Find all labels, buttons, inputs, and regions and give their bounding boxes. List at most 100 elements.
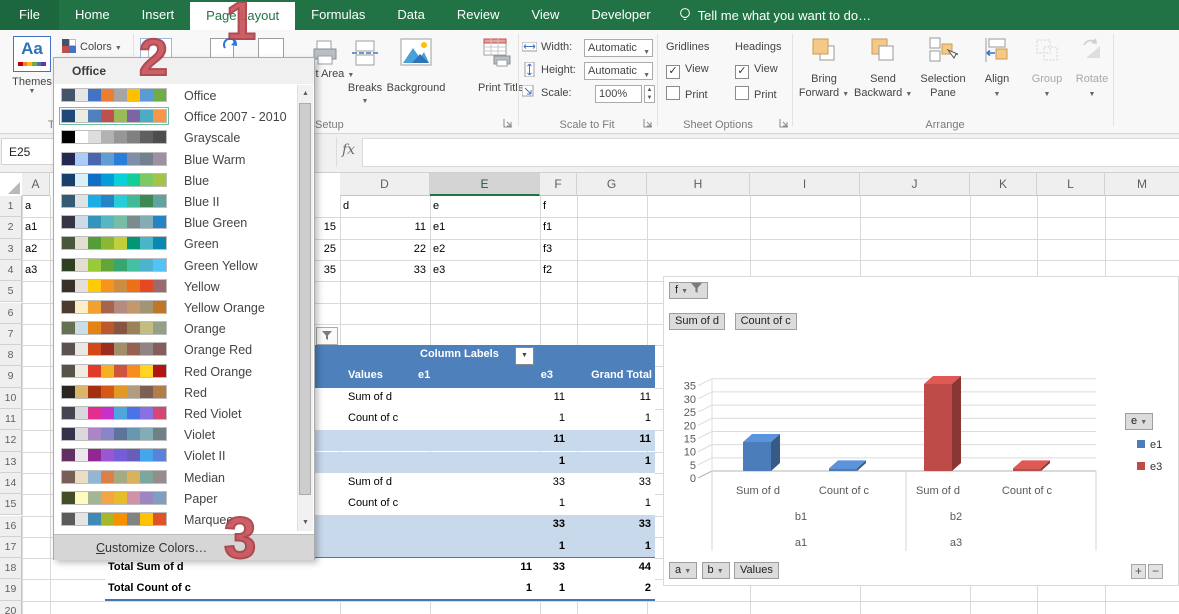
- color-scheme-green-yellow[interactable]: Green Yellow: [54, 256, 298, 277]
- pivot-row-label[interactable]: Count of c: [348, 497, 398, 509]
- cell-D3[interactable]: 22: [340, 243, 426, 255]
- tab-formulas[interactable]: Formulas: [295, 0, 381, 30]
- background-button[interactable]: Background: [385, 82, 447, 94]
- pivot-value-e3[interactable]: 33: [535, 561, 565, 573]
- pivot-value-e1[interactable]: 11: [345, 433, 565, 445]
- color-scheme-office-2007-2010[interactable]: Office 2007 - 2010: [54, 107, 298, 128]
- selection-pane-button[interactable]: SelectionPane: [914, 36, 972, 100]
- column-header-M[interactable]: M: [1105, 172, 1179, 196]
- pivot-value-e3[interactable]: 33: [535, 518, 565, 530]
- pivot-value-grand-total[interactable]: 1: [568, 412, 651, 424]
- color-scheme-blue-ii[interactable]: Blue II: [54, 192, 298, 213]
- formula-input[interactable]: [362, 138, 1179, 167]
- color-scheme-violet[interactable]: Violet: [54, 425, 298, 446]
- height-combobox[interactable]: Automatic▼: [584, 62, 653, 80]
- pivot-value-e3[interactable]: 1: [535, 540, 565, 552]
- color-scheme-red[interactable]: Red: [54, 383, 298, 404]
- pivot-row-label[interactable]: Total Count of c: [108, 582, 191, 594]
- breaks-icon[interactable]: [352, 40, 378, 69]
- scale-spinner[interactable]: ▲▼: [644, 85, 655, 103]
- name-box[interactable]: E25: [1, 138, 56, 165]
- pivot-value-e3[interactable]: 33: [535, 476, 565, 488]
- column-header-A[interactable]: A: [22, 172, 50, 196]
- pivot-value-e1[interactable]: 11: [345, 391, 565, 403]
- tell-me-box[interactable]: Tell me what you want to do…: [667, 0, 883, 30]
- pivot-value-grand-total[interactable]: 33: [568, 476, 651, 488]
- legend-item-e1[interactable]: e1: [1137, 439, 1162, 451]
- pivot-value-e1[interactable]: 11: [345, 561, 532, 573]
- cell-D1[interactable]: d: [340, 200, 426, 212]
- tab-developer[interactable]: Developer: [575, 0, 666, 30]
- chart-axis-field-button-values[interactable]: Values: [734, 562, 779, 579]
- cell-A4[interactable]: a3: [22, 264, 46, 276]
- row-header-19[interactable]: 19: [0, 579, 22, 600]
- row-header-15[interactable]: 15: [0, 494, 22, 515]
- column-header-H[interactable]: H: [647, 172, 750, 196]
- row-header-12[interactable]: 12: [0, 430, 22, 451]
- row-header-3[interactable]: 3: [0, 239, 22, 260]
- themes-button[interactable]: Aa Themes ▼: [6, 36, 58, 95]
- print-area-icon[interactable]: [312, 40, 338, 69]
- pivot-value-grand-total[interactable]: 1: [568, 540, 651, 552]
- row-header-14[interactable]: 14: [0, 473, 22, 494]
- pivot-value-grand-total[interactable]: 1: [568, 497, 651, 509]
- row-header-17[interactable]: 17: [0, 537, 22, 558]
- color-scheme-red-violet[interactable]: Red Violet: [54, 404, 298, 425]
- pivot-value-grand-total[interactable]: 33: [568, 518, 651, 530]
- scroll-up-icon[interactable]: ▲: [298, 85, 313, 102]
- chart-axis-field-button-a[interactable]: a ▼: [669, 562, 697, 579]
- row-header-13[interactable]: 13: [0, 452, 22, 473]
- tab-review[interactable]: Review: [441, 0, 516, 30]
- column-header-L[interactable]: L: [1037, 172, 1105, 196]
- menu-scrollbar[interactable]: ▲ ▼: [297, 85, 313, 531]
- row-header-4[interactable]: 4: [0, 260, 22, 281]
- print-titles-button[interactable]: Print Titles: [478, 82, 518, 95]
- column-header-F[interactable]: F: [540, 172, 577, 196]
- row-header-7[interactable]: 7: [0, 324, 22, 345]
- color-scheme-yellow-orange[interactable]: Yellow Orange: [54, 298, 298, 319]
- cell-F3[interactable]: f3: [540, 243, 573, 255]
- color-scheme-green[interactable]: Green: [54, 234, 298, 255]
- cell-D4[interactable]: 33: [340, 264, 426, 276]
- column-header-G[interactable]: G: [577, 172, 647, 196]
- tab-insert[interactable]: Insert: [126, 0, 191, 30]
- column-header-D[interactable]: D: [340, 172, 430, 196]
- color-scheme-office[interactable]: Office: [54, 86, 298, 107]
- pivot-value-e3[interactable]: 1: [535, 582, 565, 594]
- send-backward-button[interactable]: SendBackward ▼: [854, 36, 912, 102]
- color-scheme-blue-warm[interactable]: Blue Warm: [54, 150, 298, 171]
- colors-button[interactable]: Colors ▼: [62, 39, 122, 53]
- background-icon[interactable]: [400, 38, 432, 71]
- print-titles-icon[interactable]: [482, 38, 512, 71]
- color-scheme-blue-green[interactable]: Blue Green: [54, 213, 298, 234]
- page-setup-dialog-launcher[interactable]: [503, 118, 513, 128]
- cell-E4[interactable]: e3: [430, 264, 536, 276]
- width-combobox[interactable]: Automatic▼: [584, 39, 653, 57]
- tab-view[interactable]: View: [515, 0, 575, 30]
- color-scheme-yellow[interactable]: Yellow: [54, 277, 298, 298]
- column-header-J[interactable]: J: [860, 172, 970, 196]
- headings-print-checkbox[interactable]: Print: [735, 86, 777, 101]
- column-header-K[interactable]: K: [970, 172, 1037, 196]
- cell-E2[interactable]: e1: [430, 221, 536, 233]
- customize-colors-item[interactable]: Customize Colors…: [54, 534, 314, 560]
- row-header-5[interactable]: 5: [0, 281, 22, 302]
- cell-F2[interactable]: f1: [540, 221, 573, 233]
- row-header-16[interactable]: 16: [0, 516, 22, 537]
- row-header-1[interactable]: 1: [0, 196, 22, 217]
- pivot-value-e1[interactable]: 1: [345, 455, 565, 467]
- row-header-6[interactable]: 6: [0, 303, 22, 324]
- pivot-page-filter-button[interactable]: [316, 327, 338, 345]
- tab-data[interactable]: Data: [381, 0, 440, 30]
- pivot-value-grand-total[interactable]: 11: [568, 433, 651, 445]
- row-header-2[interactable]: 2: [0, 217, 22, 238]
- tab-home[interactable]: Home: [59, 0, 126, 30]
- row-header-20[interactable]: 20: [0, 601, 22, 614]
- scrollbar-thumb[interactable]: [299, 103, 311, 495]
- pivot-value-grand-total[interactable]: 2: [568, 582, 651, 594]
- gridlines-print-checkbox[interactable]: Print: [666, 86, 708, 101]
- pivot-value-e1[interactable]: 1: [345, 412, 565, 424]
- pivot-value-grand-total[interactable]: 44: [568, 561, 651, 573]
- cell-F1[interactable]: f: [540, 200, 573, 212]
- color-scheme-red-orange[interactable]: Red Orange: [54, 362, 298, 383]
